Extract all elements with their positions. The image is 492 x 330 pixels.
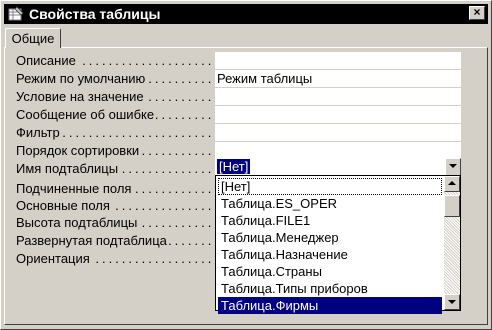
subtable-name-combo[interactable]: [Нет] — [215, 158, 461, 176]
close-icon: × — [473, 5, 481, 19]
property-value-field[interactable] — [215, 124, 461, 141]
property-value-field[interactable] — [215, 52, 461, 69]
property-label: ........................................… — [16, 251, 211, 266]
property-value-field[interactable] — [215, 142, 461, 159]
dropdown-scrollbar[interactable] — [444, 176, 460, 310]
property-label: ........................................… — [16, 89, 211, 105]
subtable-dropdown-list[interactable]: [Нет] Таблица.ES_OPER Таблица.FILE1 Таблица… — [215, 175, 461, 314]
dropdown-option[interactable]: Таблица.FILE1 — [218, 212, 442, 229]
dropdown-option[interactable]: Таблица.Фирмы — [218, 297, 442, 314]
scroll-up-button[interactable] — [444, 176, 460, 192]
property-label: ........................................… — [16, 53, 211, 68]
property-label: ........................................… — [16, 161, 211, 177]
property-value-field[interactable]: Режим таблицы — [215, 70, 461, 87]
property-label: ........................................… — [16, 215, 211, 231]
window-title: Свойства таблицы — [29, 6, 161, 22]
property-label: ........................................… — [16, 107, 211, 123]
title-bar[interactable]: Свойства таблицы × — [4, 4, 488, 24]
close-button[interactable]: × — [469, 6, 485, 20]
arrow-down-icon — [448, 300, 456, 304]
dropdown-button[interactable] — [445, 158, 461, 176]
property-label: ........................................… — [16, 125, 211, 140]
property-label: ........................................… — [16, 71, 211, 87]
dropdown-option[interactable]: Таблица.Страны — [218, 263, 442, 280]
dropdown-option[interactable]: Таблица.Типы приборов — [218, 280, 442, 297]
table-properties-icon — [8, 6, 24, 21]
chevron-down-icon — [449, 164, 457, 168]
dropdown-option[interactable]: Таблица.Менеджер — [218, 229, 442, 246]
tab-general[interactable]: Общие — [5, 28, 61, 48]
property-value-field[interactable] — [215, 106, 461, 123]
dropdown-option[interactable]: [Нет] — [218, 178, 442, 195]
scroll-down-button[interactable] — [444, 294, 460, 310]
table-properties-dialog: Свойства таблицы × Общие ...............… — [0, 0, 492, 330]
arrow-up-icon — [448, 181, 456, 185]
scroll-thumb[interactable] — [444, 195, 460, 217]
dropdown-option[interactable]: Таблица.Назначение — [218, 246, 442, 263]
property-label: ........................................… — [16, 143, 211, 159]
property-label: ........................................… — [16, 181, 211, 197]
property-label: ........................................… — [16, 233, 211, 249]
subtable-name-value: [Нет] — [217, 159, 251, 174]
property-value-field[interactable] — [215, 88, 461, 105]
property-label: ........................................… — [16, 198, 211, 213]
dropdown-option[interactable]: Таблица.ES_OPER — [218, 195, 442, 212]
